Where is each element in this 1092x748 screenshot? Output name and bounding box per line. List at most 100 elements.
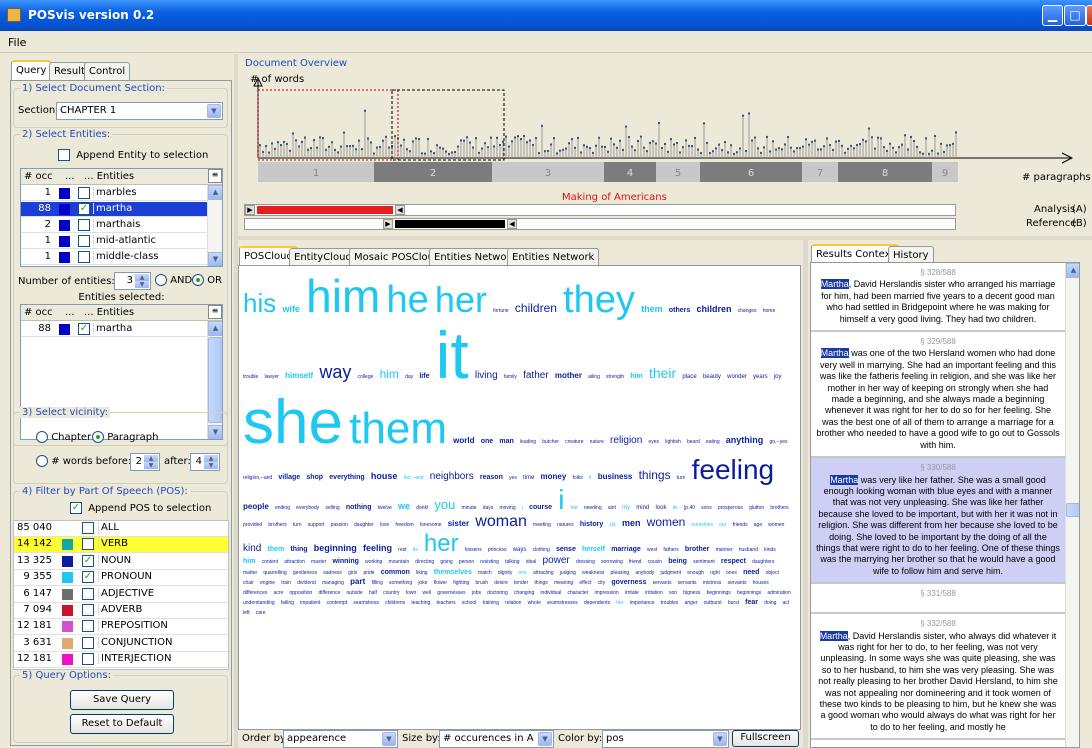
checkbox-icon[interactable] [82,587,94,600]
checkbox-icon[interactable] [78,235,90,247]
column-menu-icon[interactable]: ≡ [208,305,222,319]
pos-checkbox[interactable] [82,522,94,534]
spin-down-icon[interactable]: ▼ [204,462,218,469]
cloud-word[interactable]: women [647,516,686,529]
cloud-word[interactable]: me [571,505,578,511]
cloud-word[interactable]: need [743,569,759,576]
chevron-down-icon[interactable]: ▼ [207,104,221,118]
cloud-word[interactable]: years [753,374,768,380]
pos-checkbox[interactable]: ✓ [82,571,94,584]
cloud-word[interactable]: turn [293,522,302,528]
cloud-word[interactable]: selling [325,505,339,511]
checkbox-icon[interactable] [78,251,90,263]
cloud-word[interactable]: woman [475,513,527,531]
cloud-word[interactable]: being [668,558,687,565]
cloud-word[interactable]: us [609,522,615,528]
checkbox-icon[interactable] [82,636,94,649]
result-paragraph[interactable]: § 330/588 Martha was very like her father… [811,458,1065,585]
pos-checkbox[interactable] [82,620,94,633]
cloud-word[interactable]: anybody [635,570,654,576]
cloud-word[interactable]: ideal [526,559,537,565]
cloud-word[interactable]: governess [611,579,646,586]
cloud-word[interactable]: natures [557,522,574,528]
cloud-word[interactable]: going [440,559,452,565]
result-paragraph[interactable]: § 328/588 Martha, David Herslandis sister… [811,263,1065,333]
cloud-word[interactable]: things [639,469,671,482]
cloud-word[interactable]: meaning [554,580,573,586]
cloud-word[interactable]: weakness [582,570,604,576]
cloud-word[interactable]: house [371,471,398,481]
col-entities[interactable]: ... Entities [84,171,134,182]
right-splitter[interactable] [803,240,808,748]
cloud-word[interactable]: servants [728,580,747,586]
fullscreen-button[interactable]: Fullscreen [732,730,799,747]
cloud-word[interactable]: joy [774,374,782,380]
close-button[interactable] [1086,5,1092,26]
cloud-word[interactable]: brothers [268,522,286,528]
cloud-word[interactable]: liking [416,570,427,576]
cloud-word[interactable]: life [419,373,429,380]
arrow-right-icon[interactable]: ▶ [383,219,393,229]
cloud-word[interactable]: college [358,374,374,380]
cloud-word[interactable]: eating [706,439,720,445]
cloud-word[interactable]: provided [243,522,262,528]
radio-icon[interactable] [192,274,204,286]
table-row[interactable]: 1 marbles [21,186,207,201]
cloud-word[interactable]: clothing [533,547,550,553]
cloud-word[interactable]: business [598,472,633,481]
cloud-word[interactable]: support [308,522,325,528]
save-query-button[interactable]: Save Query [70,690,174,710]
analysis-slider[interactable]: ▶ ◀ [244,204,956,216]
cloud-word[interactable]: turn [677,476,686,482]
cloud-word[interactable]: fighting [453,580,469,586]
cloud-word[interactable]: flower [434,580,447,586]
pos-checkbox[interactable] [82,636,94,649]
tab-results-context[interactable]: Results Context [811,244,900,264]
cloud-word[interactable]: person [459,559,474,565]
cloud-word[interactable]: home [763,308,776,314]
cloud-word[interactable]: she [243,390,343,455]
cloud-word[interactable]: servants [653,580,672,586]
cloud-word[interactable]: burst [728,600,739,606]
section-select[interactable]: CHAPTER 1 ▼ [56,102,223,120]
cloud-word[interactable]: their [649,366,676,381]
scroll-up-icon[interactable]: ▲ [208,321,222,336]
col-occ[interactable]: # occ [24,171,53,182]
col-occ[interactable]: # occ [24,307,53,318]
cloud-word[interactable]: impression [595,590,619,596]
cloud-word[interactable]: attraction [284,559,305,565]
cloud-word[interactable]: working [365,559,382,565]
pos-checkbox[interactable] [82,587,94,600]
cloud-word[interactable]: himself [285,371,313,380]
cloud-word[interactable]: go,--yes [769,439,787,445]
cloud-word[interactable]: train [281,580,291,586]
result-paragraph[interactable]: § 331/588 [811,584,1065,615]
cloud-word[interactable]: mistress [703,580,722,586]
cloud-word[interactable]: town [406,590,417,596]
cloud-word[interactable]: object [766,570,779,576]
cloud-word[interactable]: beard [687,439,700,445]
cloud-word[interactable]: dividend [297,580,316,586]
cloud-word[interactable]: son [669,590,677,596]
cloud-word[interactable]: understanding [243,600,275,606]
cloud-word[interactable]: beginnings [737,590,761,596]
result-paragraph[interactable]: § 329/588 Martha was one of the two Hersl… [811,332,1065,459]
cloud-word[interactable]: engine [260,580,275,586]
overview-splitter[interactable] [238,236,1092,240]
row-checkbox[interactable] [78,219,90,231]
cloud-word[interactable]: man [499,438,513,445]
cloud-word[interactable]: changes [738,308,757,314]
cloud-word[interactable]: father [523,370,549,382]
cloud-word[interactable]: eyes [648,439,659,445]
cloud-word[interactable]: look [655,505,666,511]
cloud-word[interactable]: act [783,600,790,606]
pos-row[interactable]: 6 147 ADJECTIVE [14,587,228,603]
cloud-word[interactable]: its [413,547,418,553]
size-select[interactable]: # occurences in A ▼ [439,730,554,748]
cloud-word[interactable]: place [682,374,696,380]
cloud-word[interactable]: teachers [436,600,455,606]
cloud-word[interactable]: friends [733,522,748,528]
cloud-word[interactable]: one [519,570,527,576]
scroll-thumb[interactable] [208,337,222,423]
cloud-word[interactable]: pleasing [611,570,630,576]
